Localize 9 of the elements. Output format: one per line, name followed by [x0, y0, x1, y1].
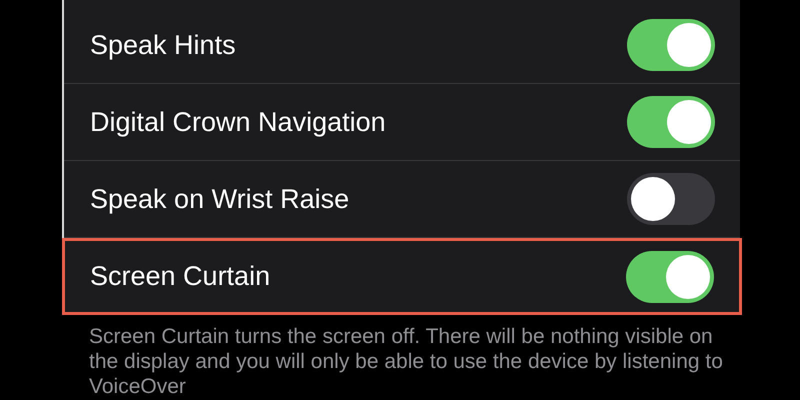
setting-label: Speak on Wrist Raise [90, 184, 350, 214]
footer-text: Screen Curtain turns the screen off. There will be nothing visible on the display and you will only be able to use the device by listening to VoiceOver [89, 324, 724, 399]
setting-label: Screen Curtain [90, 261, 270, 292]
toggle-switch[interactable] [626, 250, 714, 302]
toggle-switch[interactable] [627, 19, 715, 71]
setting-label: Digital Crown Navigation [90, 106, 386, 138]
toggle-switch[interactable] [627, 96, 715, 148]
toggle-switch[interactable] [627, 173, 715, 225]
setting-label: Speak Hints [90, 30, 236, 60]
